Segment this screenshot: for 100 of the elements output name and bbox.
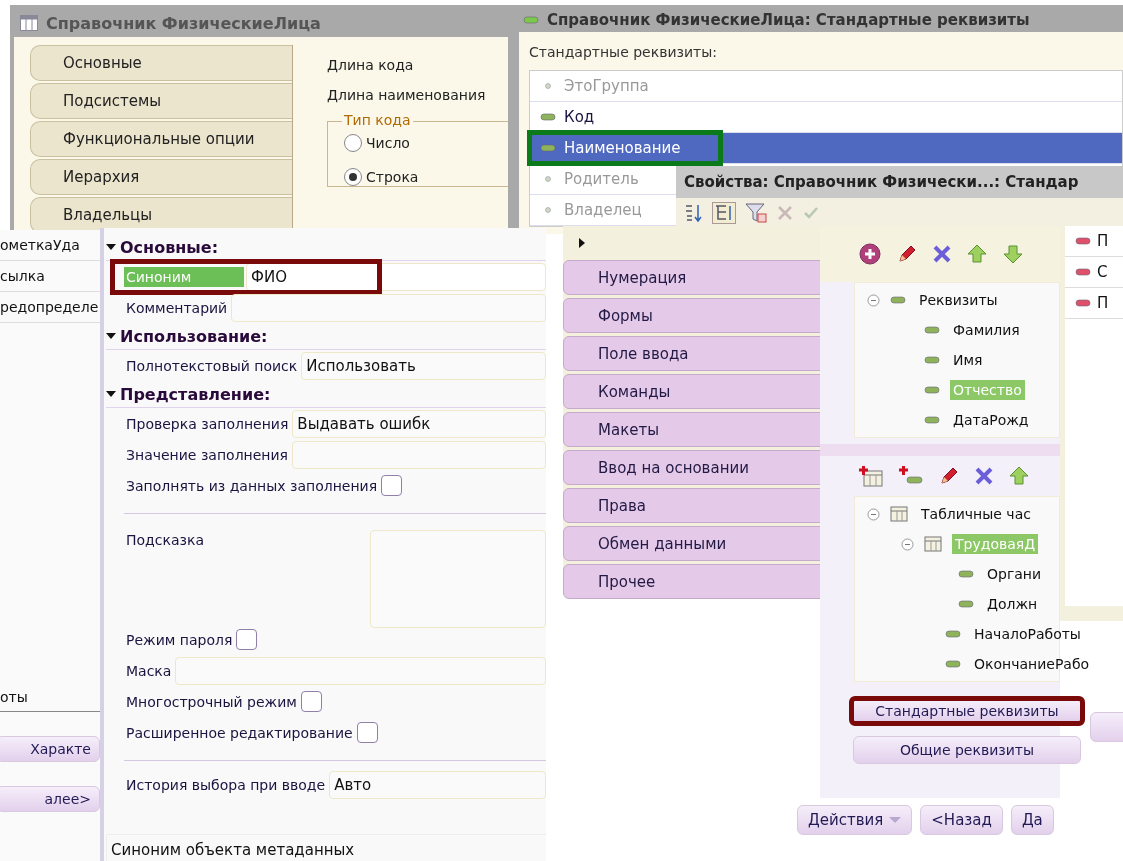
attributes-button[interactable]: Стандартные реквизиты	[849, 696, 1085, 726]
property-field[interactable]	[175, 656, 546, 685]
tree-item[interactable]: Имя	[950, 350, 986, 370]
filter-icon[interactable]	[744, 202, 768, 224]
property-label: Значение заполнения	[125, 445, 290, 465]
dropdown-button[interactable]: Действия	[797, 805, 913, 835]
property-label: Синоним	[124, 266, 244, 287]
tree-item[interactable]: Табличные час	[918, 504, 1034, 524]
property-label: Проверка заполнения	[125, 414, 290, 434]
tree-item[interactable]: Фамилия	[950, 320, 1023, 340]
property-field[interactable]	[292, 440, 546, 469]
status-text: Синоним объекта метаданных	[106, 834, 546, 861]
nav-button[interactable]: алее>	[0, 786, 100, 812]
add-table-icon[interactable]	[858, 465, 884, 487]
tab[interactable]: Прочее	[563, 564, 823, 599]
checkbox[interactable]	[356, 722, 378, 743]
checkbox[interactable]	[236, 629, 258, 650]
table-icon	[890, 506, 908, 522]
nav-button[interactable]: <Назад	[920, 805, 1003, 835]
property-field[interactable]: Использовать	[301, 351, 546, 380]
attribute-icon	[924, 356, 940, 364]
tab[interactable]: Команды	[563, 374, 823, 409]
tab[interactable]: Права	[563, 488, 823, 523]
tree-item[interactable]: Должн	[984, 594, 1041, 614]
catalog-icon	[20, 15, 38, 31]
collapse-icon[interactable]	[901, 537, 914, 551]
tree-item[interactable]: ОкончаниеРабо	[971, 654, 1093, 674]
section-toggle-icon[interactable]	[106, 389, 116, 399]
hierarchy-icon[interactable]	[712, 202, 736, 224]
section-toggle-icon[interactable]	[106, 331, 116, 341]
property-field[interactable]	[231, 293, 546, 322]
radio-button[interactable]: Число	[344, 134, 508, 152]
field-label: Длина кода	[327, 57, 415, 73]
tree-item[interactable]: НачалоРаботы	[971, 624, 1084, 644]
property-label: Комментарий	[125, 298, 229, 318]
caret-icon	[889, 817, 902, 823]
collapse-icon[interactable]	[867, 507, 880, 521]
property-label: Подсказка	[125, 531, 205, 550]
list-item[interactable]: С	[1065, 257, 1123, 288]
tab[interactable]: Макеты	[563, 412, 823, 447]
section-toggle-icon[interactable]	[106, 242, 116, 252]
arrow-up-icon[interactable]	[1008, 465, 1030, 487]
tree-item[interactable]: ДатаРожд	[950, 410, 1032, 430]
tab[interactable]: Иерархия	[30, 159, 292, 195]
attributes-button[interactable]: Общие реквизиты	[853, 736, 1081, 764]
tab[interactable]: Владельцы	[30, 197, 292, 233]
attribute-icon	[1075, 268, 1091, 276]
attribute-icon	[1075, 299, 1091, 307]
delete-icon[interactable]	[932, 244, 952, 264]
collapse-icon[interactable]	[867, 293, 880, 307]
list-heading: Стандартные реквизиты:	[529, 44, 718, 60]
window-title: Свойства: Справочник Физически...: Стандар	[684, 173, 1079, 191]
tab[interactable]: Формы	[563, 298, 823, 333]
property-field[interactable]: Выдавать ошибк	[292, 409, 546, 438]
pencil-icon[interactable]	[896, 243, 918, 265]
attribute-icon	[924, 326, 940, 334]
tree-item[interactable]: Реквизиты	[916, 290, 1001, 310]
tab[interactable]: Функциональные опции	[30, 121, 292, 157]
property-field[interactable]: ФИО	[246, 262, 546, 291]
nav-button[interactable]: Характе	[0, 736, 100, 762]
field-label: Длина наименования	[327, 87, 487, 103]
checkbox[interactable]	[300, 691, 322, 712]
list-item[interactable]: Наименование	[530, 133, 1122, 164]
attribute-icon	[958, 570, 974, 578]
nav-button[interactable]: Да	[1010, 805, 1054, 835]
tab[interactable]: Ввод на основании	[563, 450, 823, 485]
section-title[interactable]: Представление:	[120, 384, 271, 404]
property-label: Маска	[125, 661, 173, 681]
section-title[interactable]: Использование:	[120, 326, 268, 346]
add-icon[interactable]	[858, 242, 882, 266]
arrow-up-icon[interactable]	[966, 243, 988, 265]
list-item[interactable]: П	[1065, 226, 1123, 257]
tab[interactable]: Основные	[30, 45, 292, 81]
property-field[interactable]: Авто	[329, 770, 546, 799]
window-icon	[523, 16, 539, 24]
checkbox[interactable]	[381, 475, 403, 496]
attribute-icon	[1075, 237, 1091, 245]
property-label: История выбора при вводе	[125, 775, 327, 795]
tab[interactable]: Обмен данными	[563, 526, 823, 561]
sort-icon[interactable]	[684, 203, 704, 223]
property-label: Расширенное редактирование	[125, 723, 354, 743]
attribute-icon	[945, 660, 961, 668]
tab[interactable]: Подсистемы	[30, 83, 292, 119]
property-label: Режим пароля	[125, 630, 234, 650]
attribute-icon	[945, 630, 961, 638]
radio-button[interactable]: Строка	[344, 168, 508, 186]
attribute-icon	[890, 296, 906, 304]
tab[interactable]: Поле ввода	[563, 336, 823, 371]
attribute-icon	[540, 113, 556, 121]
expand-icon[interactable]	[577, 238, 587, 248]
section-title[interactable]: Основные:	[120, 237, 219, 257]
pencil-icon[interactable]	[938, 465, 960, 487]
delete-icon[interactable]	[974, 466, 994, 486]
tab[interactable]: Нумерация	[563, 260, 823, 295]
add-attribute-icon[interactable]	[898, 465, 924, 487]
table-icon	[924, 536, 942, 552]
arrow-down-icon[interactable]	[1002, 243, 1024, 265]
list-item[interactable]: П	[1065, 288, 1123, 319]
tree-item[interactable]: Органи	[984, 564, 1045, 584]
property-label: Полнотекстовый поиск	[125, 356, 299, 376]
